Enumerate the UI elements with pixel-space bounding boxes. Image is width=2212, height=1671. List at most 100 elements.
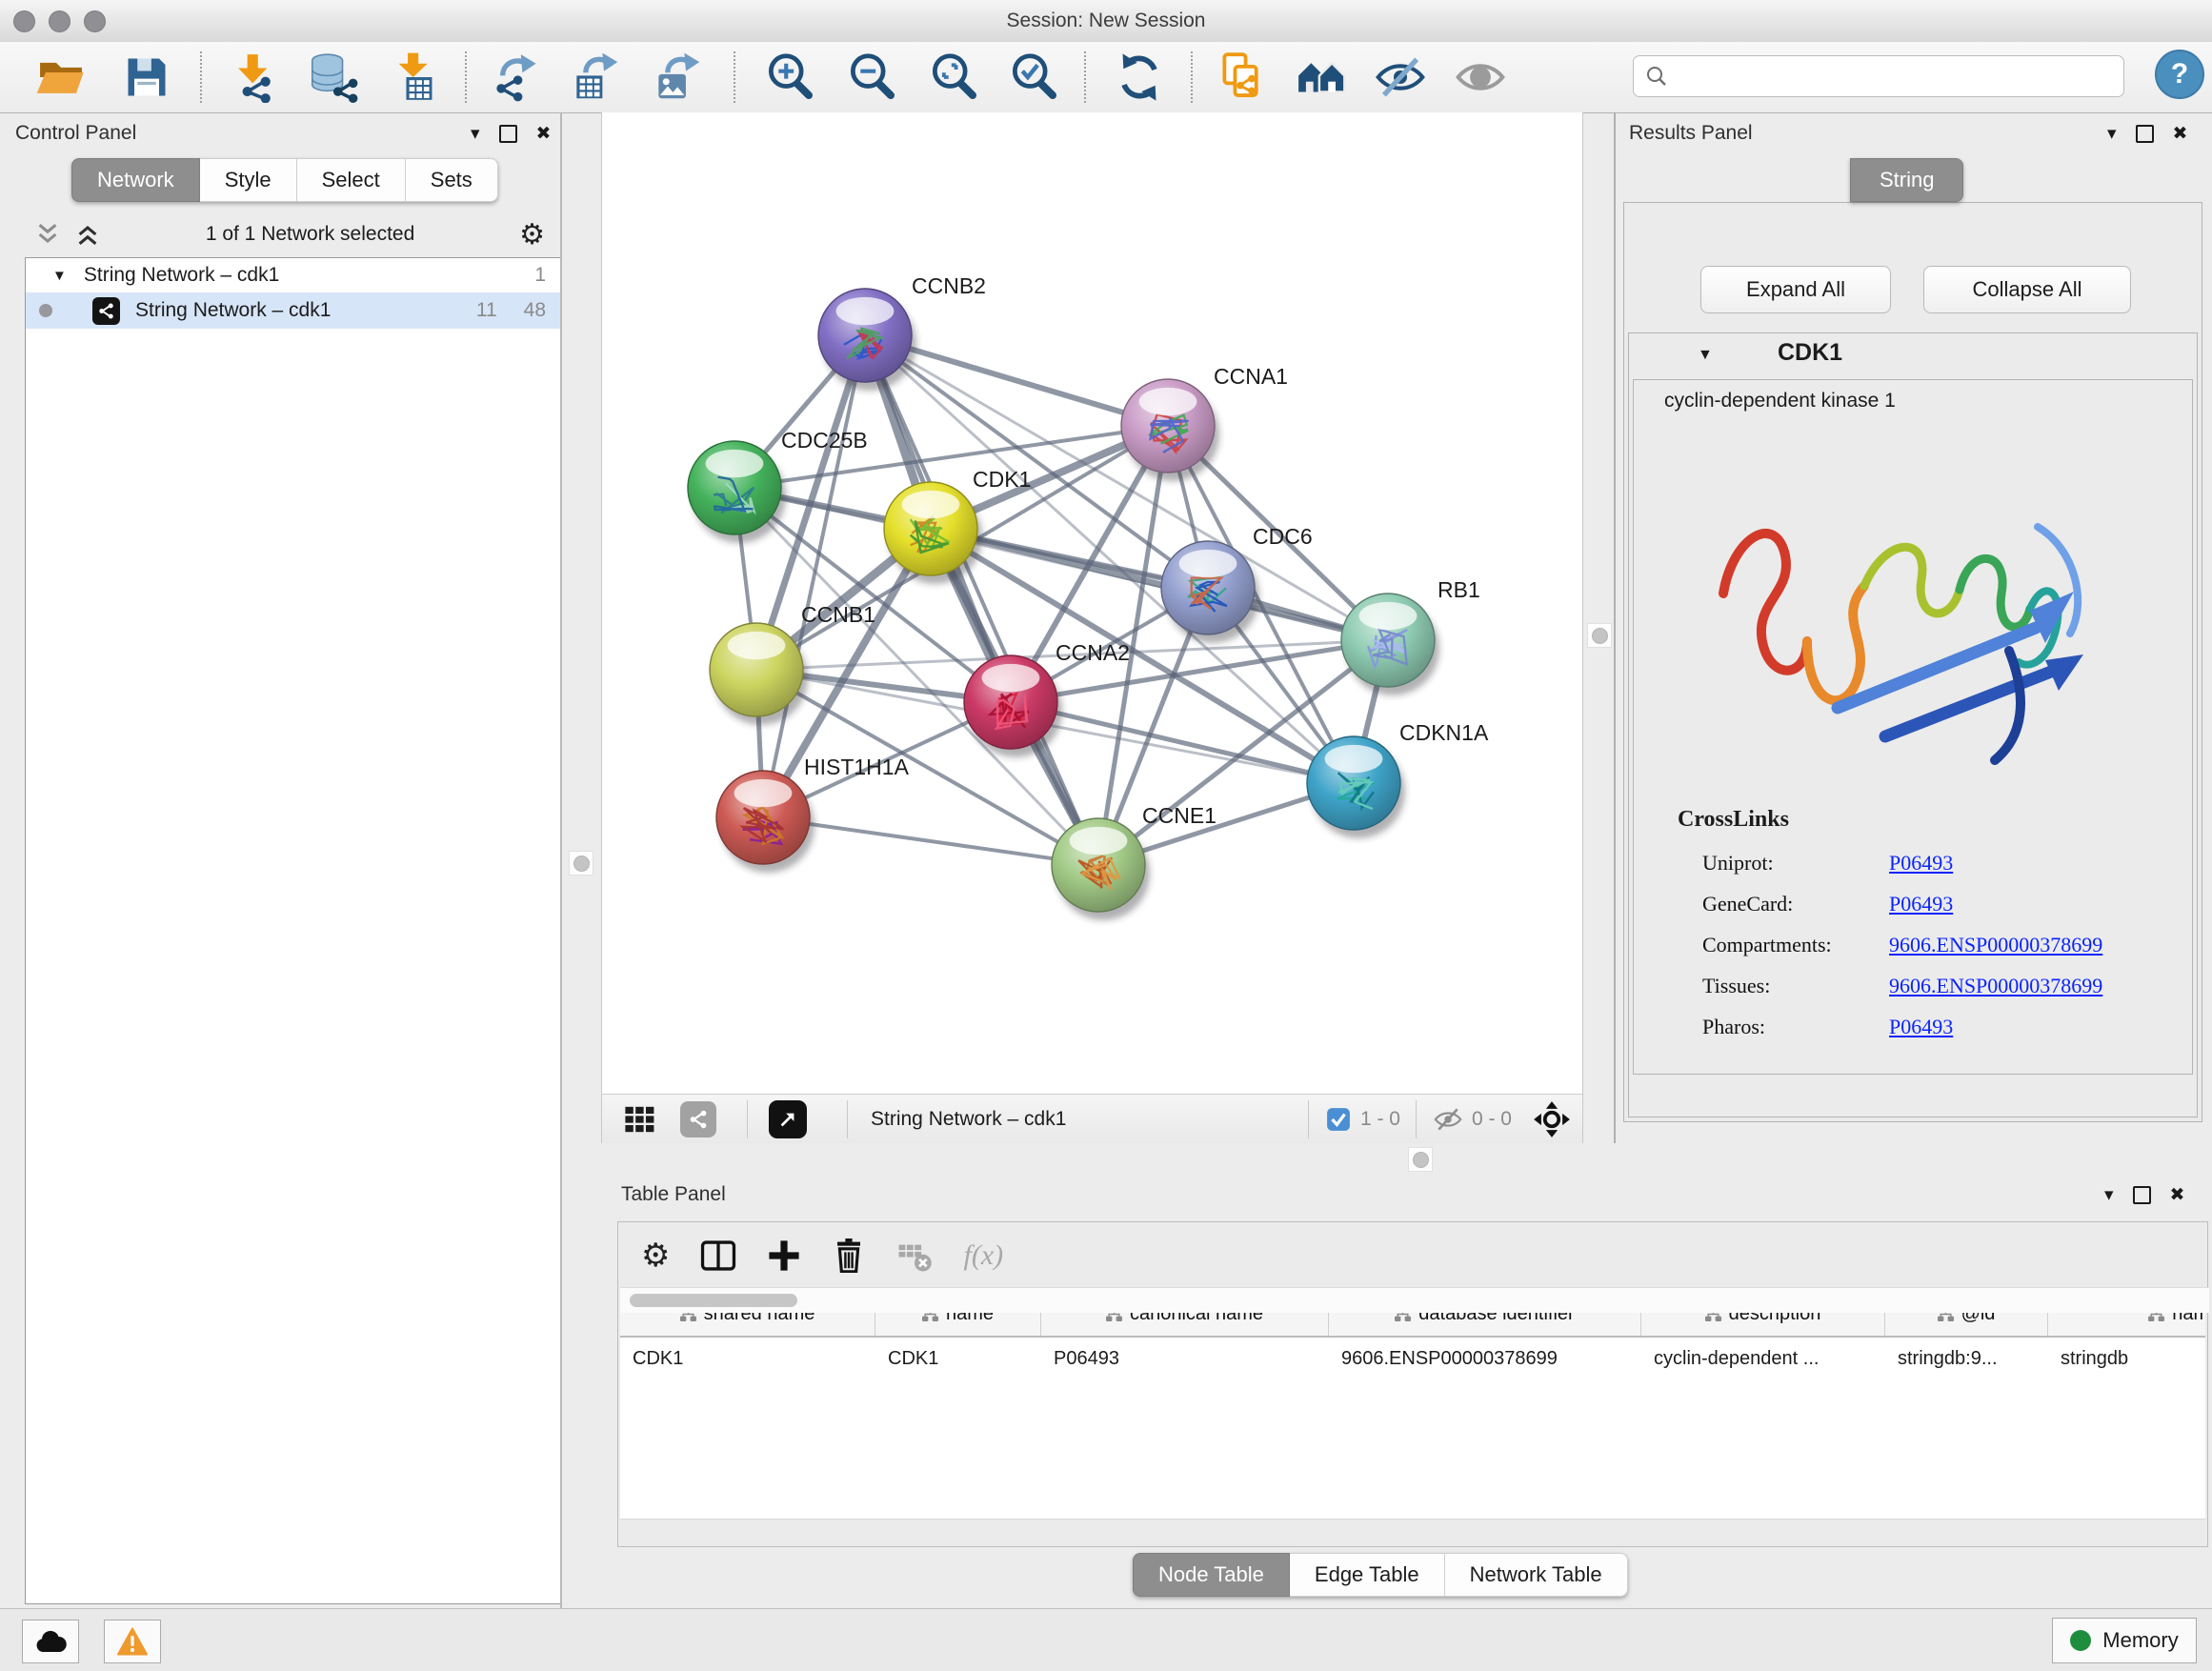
table-options-gear-icon[interactable]: ⚙ — [641, 1237, 670, 1275]
string-results-container: Expand All Collapse All ▼ CDK1 cyclin-de… — [1623, 202, 2202, 1122]
delete-table-icon[interactable] — [896, 1238, 933, 1274]
table-cell[interactable]: stringdb:9... — [1885, 1338, 2048, 1379]
splitter-handle[interactable] — [569, 851, 593, 876]
tab-network-table[interactable]: Network Table — [1445, 1553, 1628, 1597]
network-view-title: String Network – cdk1 — [871, 1108, 1066, 1131]
crosslink-value[interactable]: 9606.ENSP00000378699 — [1889, 974, 2102, 998]
node-table: shared namenamecanonical namedatabase id… — [620, 1291, 2205, 1520]
grid-view-icon[interactable] — [623, 1102, 657, 1137]
panel-menu-icon[interactable]: ▾ — [471, 123, 480, 145]
table-cell[interactable]: cyclin-dependent ... — [1641, 1338, 1885, 1379]
zoom-fit-button[interactable] — [928, 50, 981, 104]
tab-sets[interactable]: Sets — [406, 158, 498, 202]
function-builder-icon[interactable]: f(x) — [963, 1239, 1003, 1272]
panel-float-icon[interactable] — [499, 125, 517, 143]
tree-expand-icon[interactable]: ▼ — [52, 268, 67, 284]
network-options-gear-icon[interactable]: ⚙ — [519, 218, 545, 252]
table-cell[interactable]: CDK1 — [875, 1338, 1041, 1379]
table-cell[interactable]: CDK1 — [620, 1338, 875, 1379]
tab-edge-table[interactable]: Edge Table — [1290, 1553, 1445, 1597]
save-floppy-icon — [122, 52, 171, 102]
save-session-button[interactable] — [120, 50, 173, 104]
node-label: CCNE1 — [1142, 803, 1217, 828]
table-cell[interactable]: 9606.ENSP00000378699 — [1329, 1338, 1641, 1379]
network-share-icon[interactable] — [680, 1101, 716, 1137]
scrollbar-thumb[interactable] — [630, 1294, 797, 1307]
show-columns-icon[interactable] — [700, 1238, 736, 1274]
expand-all-button[interactable]: Expand All — [1700, 266, 1891, 313]
export-table-button[interactable] — [570, 50, 623, 104]
panel-menu-icon[interactable]: ▾ — [2107, 123, 2117, 145]
node-label: CDC6 — [1253, 524, 1313, 549]
panel-close-icon[interactable]: ✖ — [536, 123, 552, 145]
export-image-button[interactable] — [652, 50, 705, 104]
tab-style[interactable]: Style — [200, 158, 297, 202]
zoom-selected-icon — [1009, 51, 1060, 103]
network-row-selected[interactable]: String Network – cdk1 11 48 — [26, 292, 561, 329]
zoom-in-button[interactable] — [764, 50, 817, 104]
collapse-all-button[interactable]: Collapse All — [1923, 266, 2131, 313]
import-table-button[interactable] — [389, 50, 442, 104]
network-graph[interactable]: CCNB2CCNA1CDC25BCDK1CDC6RB1CCNB1CCNA2CDK… — [602, 112, 1584, 1094]
hidden-eye-icon[interactable] — [1432, 1105, 1464, 1134]
tab-node-table[interactable]: Node Table — [1133, 1553, 1290, 1597]
zoom-out-button[interactable] — [846, 50, 899, 104]
splitter-handle[interactable] — [1587, 623, 1612, 648]
panel-float-icon[interactable] — [2133, 1186, 2151, 1204]
results-panel-window-controls: ▾ ✖ — [2107, 112, 2202, 154]
crosslinks-title: CrossLinks — [1678, 807, 2173, 833]
add-column-icon[interactable] — [767, 1238, 801, 1273]
collapse-all-icon[interactable] — [34, 221, 61, 248]
crosslink-value[interactable]: P06493 — [1889, 892, 1953, 916]
section-collapse-icon[interactable]: ▼ — [1698, 347, 1713, 364]
crosslink-value[interactable]: P06493 — [1889, 1015, 1953, 1039]
search-input[interactable] — [1668, 65, 2091, 89]
show-all-button[interactable] — [1454, 50, 1507, 104]
zoom-selected-button[interactable] — [1008, 50, 1061, 104]
tab-network[interactable]: Network — [71, 158, 200, 202]
network-canvas[interactable]: CCNB2CCNA1CDC25BCDK1CDC6RB1CCNB1CCNA2CDK… — [601, 112, 1583, 1094]
open-in-window-icon[interactable] — [769, 1100, 807, 1138]
horizontal-splitter[interactable] — [601, 1143, 2212, 1174]
table-container: ⚙ f(x) shared namenamecanonical nam — [617, 1221, 2208, 1547]
help-button[interactable]: ? — [2155, 50, 2204, 99]
memory-button[interactable]: Memory — [2052, 1618, 2197, 1663]
memory-status-dot-icon — [2070, 1630, 2091, 1651]
hide-selected-button[interactable] — [1374, 50, 1427, 104]
splitter-handle[interactable] — [1408, 1147, 1433, 1172]
delete-column-icon[interactable] — [832, 1238, 866, 1273]
cloud-icon — [34, 1629, 67, 1654]
clone-network-button[interactable] — [1217, 50, 1271, 104]
left-splitter[interactable] — [560, 112, 603, 1608]
refresh-button[interactable] — [1113, 50, 1166, 104]
edge-count: 48 — [524, 299, 546, 322]
warnings-button[interactable] — [104, 1620, 161, 1663]
crosslink-value[interactable]: P06493 — [1889, 851, 1953, 876]
panel-close-icon[interactable]: ✖ — [2170, 1184, 2185, 1206]
table-row[interactable]: CDK1CDK1P064939606.ENSP00000378699cyclin… — [620, 1338, 2205, 1379]
cloud-status-button[interactable] — [22, 1620, 79, 1663]
panel-float-icon[interactable] — [2136, 125, 2154, 143]
gene-details: cyclin-dependent kinase 1 — [1633, 379, 2193, 1075]
panel-close-icon[interactable]: ✖ — [2173, 123, 2188, 145]
selected-checkbox-icon[interactable] — [1326, 1107, 1351, 1132]
tab-select[interactable]: Select — [297, 158, 406, 202]
crosslink-value[interactable]: 9606.ENSP00000378699 — [1889, 933, 2102, 957]
birds-eye-view-icon[interactable] — [1533, 1100, 1571, 1138]
import-network-button[interactable] — [227, 50, 280, 104]
table-cell[interactable]: P06493 — [1041, 1338, 1329, 1379]
network-collection-row[interactable]: ▼ String Network – cdk1 1 — [26, 258, 561, 292]
search-field[interactable] — [1633, 55, 2124, 97]
table-cell[interactable]: stringdb — [2048, 1338, 2205, 1379]
node-label: CCNA2 — [1056, 640, 1130, 665]
horizontal-scrollbar[interactable] — [620, 1287, 2209, 1313]
gene-section: ▼ CDK1 cyclin-dependent kinase 1 — [1628, 332, 2198, 1117]
import-network-from-database-button[interactable] — [307, 50, 360, 104]
tab-string[interactable]: String — [1850, 158, 1963, 202]
open-session-button[interactable] — [34, 50, 88, 104]
export-network-button[interactable] — [490, 50, 543, 104]
expand-all-icon[interactable] — [74, 221, 101, 248]
panel-menu-icon[interactable]: ▾ — [2104, 1184, 2114, 1206]
right-splitter[interactable] — [1583, 112, 1614, 1143]
first-neighbors-button[interactable] — [1296, 50, 1349, 104]
